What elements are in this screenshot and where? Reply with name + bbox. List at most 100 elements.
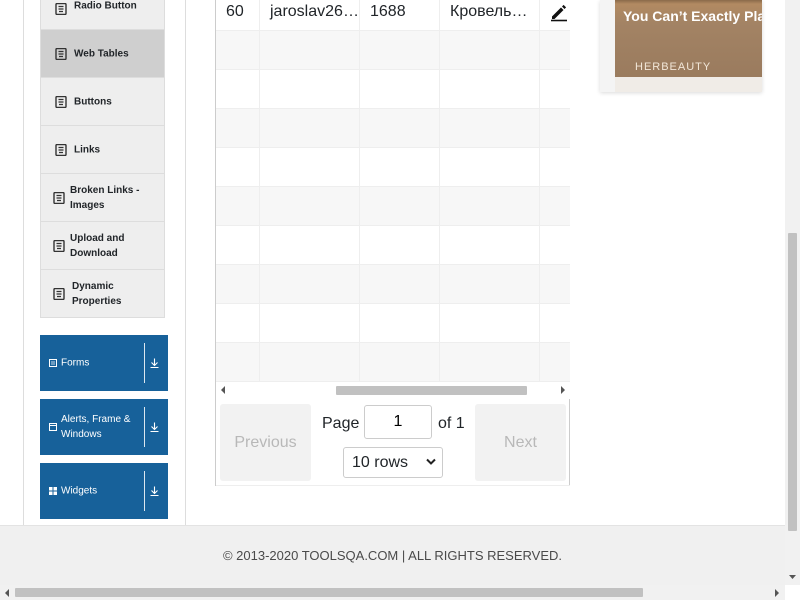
- html5-icon: [55, 47, 67, 60]
- table-row: [216, 109, 570, 148]
- group-alerts-frame-windows[interactable]: Alerts, Frame & Windows: [40, 399, 168, 455]
- vertical-scroll-thumb[interactable]: [788, 233, 797, 531]
- table-cell: [260, 109, 360, 147]
- page-vertical-scrollbar[interactable]: [785, 0, 800, 585]
- table-cell: [440, 109, 540, 147]
- table-body: 60 jaroslav2653 1688 Кровельщики: [216, 0, 570, 382]
- window-icon: [49, 423, 57, 431]
- table-cell: [440, 70, 540, 108]
- menu-item-label: Broken Links - Images: [70, 184, 140, 211]
- table-row: [216, 148, 570, 187]
- scroll-down-arrow-icon[interactable]: [789, 574, 796, 580]
- menu-item-broken-links[interactable]: Broken Links - Images: [40, 174, 165, 222]
- menu-item-label: Upload and Download: [70, 232, 125, 259]
- table-cell: [216, 226, 260, 264]
- page-label: Page: [322, 415, 360, 432]
- scrollbar-corner: [785, 585, 800, 600]
- scroll-right-arrow-icon[interactable]: [774, 589, 780, 597]
- table-cell: [360, 31, 440, 69]
- group-label: Forms: [61, 357, 90, 369]
- web-table: 60 jaroslav2653 1688 Кровельщики Previou…: [215, 0, 570, 486]
- table-cell: [440, 31, 540, 69]
- advertisement[interactable]: You Can’t Exactly Play The Card When It’…: [600, 0, 762, 92]
- table-cell: [216, 265, 260, 303]
- table-cell: [216, 109, 260, 147]
- table-cell: [216, 343, 260, 381]
- file-icon: [49, 359, 57, 367]
- table-row: [216, 343, 570, 382]
- table-cell: [440, 148, 540, 186]
- table-row: [216, 70, 570, 109]
- divider: [144, 343, 145, 383]
- group-forms[interactable]: Forms: [40, 335, 168, 391]
- menu-item-label: Links: [74, 144, 101, 155]
- table-cell: [260, 70, 360, 108]
- table-cell: [440, 226, 540, 264]
- table-cell: [540, 265, 570, 303]
- grid-icon: [49, 487, 57, 495]
- menu-item-links[interactable]: Links: [40, 126, 165, 174]
- table-cell: [540, 148, 570, 186]
- download-arrow-icon[interactable]: [150, 422, 159, 432]
- table-cell: [540, 109, 570, 147]
- page-horizontal-scrollbar[interactable]: [0, 585, 785, 600]
- menu-item-web-tables[interactable]: Web Tables: [40, 30, 165, 78]
- table-cell-salary: 1688: [360, 0, 440, 30]
- table-cell: [360, 109, 440, 147]
- edit-pencil-icon[interactable]: [549, 2, 569, 22]
- html5-icon: [53, 191, 65, 204]
- group-widgets[interactable]: Widgets: [40, 463, 168, 519]
- table-cell: [260, 304, 360, 342]
- table-cell: [260, 148, 360, 186]
- ad-image-strip: [615, 77, 762, 92]
- menu-item-label: Dynamic Properties: [72, 280, 122, 307]
- html5-icon: [55, 95, 67, 108]
- menu-item-radio-button[interactable]: Radio Button: [40, 0, 165, 30]
- ad-title[interactable]: You Can’t Exactly Play The Card When It’…: [623, 8, 762, 24]
- table-cell: [360, 70, 440, 108]
- table-cell-age: 60: [216, 0, 260, 30]
- table-cell: [260, 187, 360, 225]
- table-cell: [260, 265, 360, 303]
- scroll-right-arrow-icon[interactable]: [560, 386, 566, 394]
- scroll-left-arrow-icon[interactable]: [220, 386, 226, 394]
- menu-item-label: Radio Button: [74, 0, 137, 12]
- next-button[interactable]: Next: [475, 404, 566, 481]
- table-cell: [216, 31, 260, 69]
- group-label: Widgets: [61, 485, 98, 497]
- previous-button[interactable]: Previous: [220, 404, 311, 481]
- pagination-bar: Previous Page of 1 10 rows Next: [216, 399, 570, 486]
- ad-brand: HERBEAUTY: [635, 61, 712, 73]
- table-row: [216, 226, 570, 265]
- rows-per-page-value: 10 rows: [352, 454, 409, 471]
- horizontal-scroll-thumb[interactable]: [15, 588, 643, 597]
- table-cell: [440, 187, 540, 225]
- rows-per-page-select[interactable]: 10 rows: [343, 447, 443, 478]
- table-cell: [216, 70, 260, 108]
- table-row: [216, 187, 570, 226]
- divider: [144, 471, 145, 511]
- page-number-input[interactable]: [364, 405, 432, 439]
- total-pages-label: of 1: [438, 415, 465, 432]
- ad-image[interactable]: You Can’t Exactly Play The Card When It’…: [615, 0, 762, 77]
- table-cell-department: Кровельщики: [440, 0, 540, 30]
- table-cell: [540, 226, 570, 264]
- html5-icon: [53, 239, 65, 252]
- table-scroll-thumb[interactable]: [336, 386, 527, 395]
- download-arrow-icon[interactable]: [150, 486, 159, 496]
- table-cell: [360, 343, 440, 381]
- table-cell: [540, 343, 570, 381]
- table-cell: [360, 187, 440, 225]
- menu-item-upload-download[interactable]: Upload and Download: [40, 222, 165, 270]
- table-cell: [540, 187, 570, 225]
- menu-item-buttons[interactable]: Buttons: [40, 78, 165, 126]
- table-row: [216, 31, 570, 70]
- table-cell: [440, 304, 540, 342]
- download-arrow-icon[interactable]: [150, 358, 159, 368]
- table-cell: [360, 304, 440, 342]
- table-cell: [216, 148, 260, 186]
- table-cell: [216, 187, 260, 225]
- menu-item-dynamic-properties[interactable]: Dynamic Properties: [40, 270, 165, 318]
- table-horizontal-scrollbar[interactable]: [216, 382, 570, 399]
- scroll-left-arrow-icon[interactable]: [4, 589, 10, 597]
